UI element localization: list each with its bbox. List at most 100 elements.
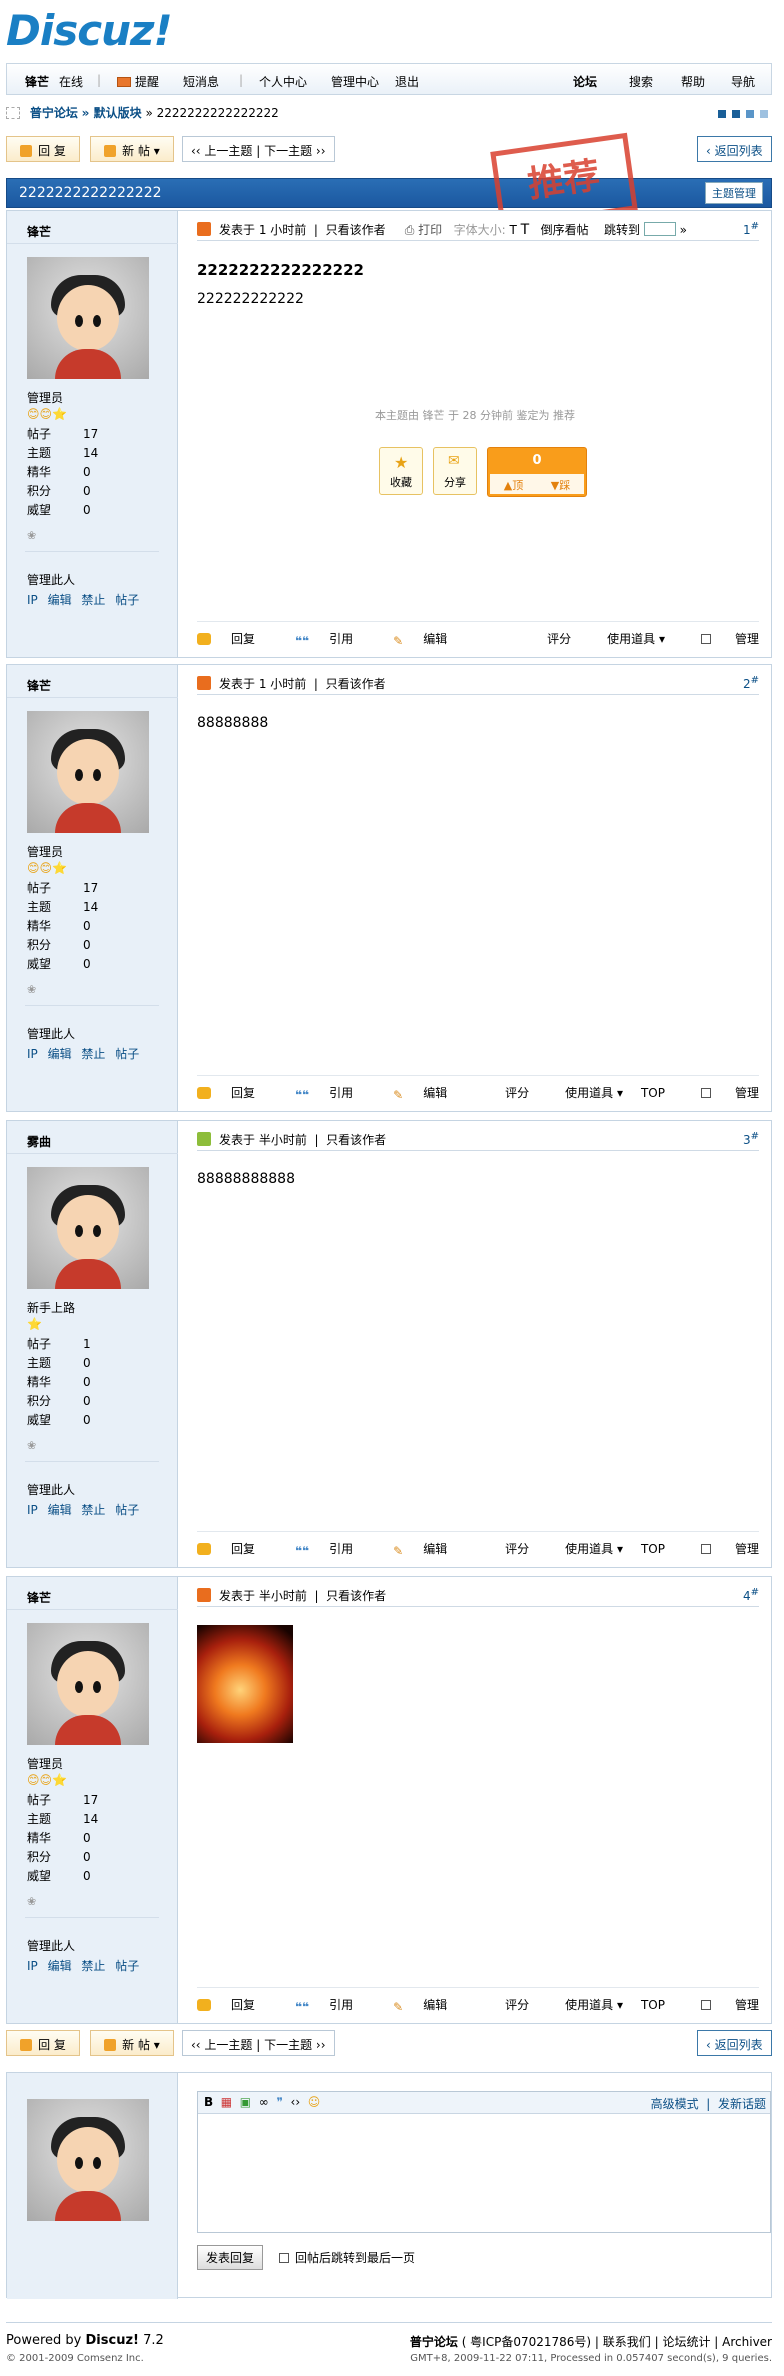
favorite-button[interactable]: ★ 收藏 (379, 447, 423, 495)
color-icon[interactable]: ▦ (221, 2095, 232, 2109)
home-icon[interactable] (6, 107, 20, 119)
contact-link[interactable]: 联系我们 (603, 2335, 651, 2349)
bold-icon[interactable]: B (204, 2095, 213, 2109)
admin-checkbox[interactable]: 管理 (683, 1086, 759, 1100)
search-link[interactable]: 搜索 (629, 73, 653, 90)
tools-link[interactable]: 使用道具 ▾ (547, 1998, 623, 2012)
advanced-mode-link[interactable]: 高级模式 (651, 2097, 699, 2111)
quote-link[interactable]: ❝❝ 引用 (295, 1998, 373, 2014)
user-group[interactable]: 管理员 (27, 389, 63, 406)
print-link[interactable]: ⎙ 打印 (405, 223, 442, 237)
edit-link[interactable]: ✎ 编辑 (393, 1086, 467, 1102)
manage-user-links[interactable]: IP 编辑 禁止 帖子 (27, 1045, 139, 1062)
floor-number[interactable]: 1# (743, 221, 759, 237)
footer-site[interactable]: 普宁论坛 (410, 2335, 458, 2349)
ucenter-link[interactable]: 个人中心 (259, 73, 307, 90)
top-link[interactable]: TOP (641, 1086, 665, 1100)
layout-icon[interactable] (760, 110, 768, 118)
submit-reply-button[interactable]: 发表回复 (197, 2245, 264, 2270)
quote-link[interactable]: ❝❝ 引用 (295, 1086, 373, 1102)
rate-link[interactable]: 评分 (547, 632, 571, 646)
edit-link[interactable]: ✎ 编辑 (393, 1542, 467, 1558)
tools-link[interactable]: 使用道具 ▾ (547, 1542, 623, 1556)
online-status[interactable]: 在线 (59, 73, 83, 90)
avatar[interactable] (27, 711, 149, 833)
reply-link[interactable]: 回复 (197, 1542, 275, 1556)
reply-button[interactable]: 回 复 (6, 136, 80, 162)
user-group[interactable]: 管理员 (27, 1755, 63, 1772)
font-small[interactable]: T (509, 223, 516, 237)
only-author-link[interactable]: 只看该作者 (326, 1133, 386, 1147)
floor-number[interactable]: 3# (743, 1131, 759, 1147)
layout-icon[interactable] (732, 110, 740, 118)
discuz-logo[interactable]: Discuz! (6, 6, 173, 55)
edit-link[interactable]: ✎ 编辑 (393, 1998, 467, 2014)
share-button[interactable]: ✉ 分享 (433, 447, 477, 495)
top-link[interactable]: TOP (641, 1998, 665, 2012)
quote-link[interactable]: ❝❝ 引用 (295, 632, 373, 648)
downvote-button[interactable]: ▼踩 (537, 474, 584, 494)
user-group[interactable]: 新手上路 (27, 1299, 75, 1316)
admin-checkbox[interactable]: 管理 (683, 1542, 759, 1556)
avatar[interactable] (27, 257, 149, 379)
layout-icon[interactable] (718, 110, 726, 118)
crumb-site[interactable]: 普宁论坛 (30, 106, 78, 120)
crumb-board[interactable]: » 默认版块 (82, 106, 142, 120)
checkbox[interactable] (700, 1088, 711, 1098)
manage-user-links[interactable]: IP 编辑 禁止 帖子 (27, 1501, 139, 1518)
only-author-link[interactable]: 只看该作者 (326, 223, 386, 237)
expand-icon[interactable]: ❀ (27, 1439, 36, 1452)
prev-next-links-bottom[interactable]: ‹‹ 上一主题 | 下一主题 ›› (182, 2030, 335, 2056)
user-group[interactable]: 管理员 (27, 843, 63, 860)
new-post-button-bottom[interactable]: 新 帖 ▾ (90, 2030, 174, 2056)
author-name[interactable]: 锋芒 (27, 677, 51, 694)
tools-link[interactable]: 使用道具 ▾ (547, 1086, 623, 1100)
reverse-order-link[interactable]: 倒序看帖 (541, 223, 589, 237)
layout-icon[interactable] (746, 110, 754, 118)
avatar[interactable] (27, 2099, 149, 2221)
prev-next-links[interactable]: ‹‹ 上一主题 | 下一主题 ›› (182, 136, 335, 162)
back-to-list-button-bottom[interactable]: ‹ 返回列表 (697, 2030, 772, 2056)
help-link[interactable]: 帮助 (681, 73, 705, 90)
checkbox[interactable] (279, 2253, 289, 2263)
code-icon[interactable]: ‹› (291, 2095, 301, 2109)
expand-icon[interactable]: ❀ (27, 529, 36, 542)
upvote-button[interactable]: ▲顶 (490, 474, 537, 494)
new-thread-link[interactable]: 发新话题 (718, 2097, 766, 2111)
image-icon[interactable]: ▣ (240, 2095, 251, 2109)
post-image[interactable] (197, 1625, 293, 1743)
avatar[interactable] (27, 1623, 149, 1745)
admin-checkbox[interactable]: 管理 (683, 632, 759, 646)
rate-link[interactable]: 评分 (505, 1086, 529, 1100)
admincp-link[interactable]: 管理中心 (331, 73, 379, 90)
jump-input[interactable] (643, 222, 676, 236)
logout-link[interactable]: 退出 (395, 73, 419, 90)
thread-manage-button[interactable]: 主题管理 (705, 182, 763, 204)
reply-button-bottom[interactable]: 回 复 (6, 2030, 80, 2056)
reminder-link[interactable]: 提醒 (117, 73, 159, 90)
reply-link[interactable]: 回复 (197, 1086, 275, 1100)
pm-link[interactable]: 短消息 (183, 73, 219, 90)
floor-number[interactable]: 2# (743, 675, 759, 691)
floor-number[interactable]: 4# (743, 1587, 759, 1603)
back-to-list-button[interactable]: ‹ 返回列表 (697, 136, 772, 162)
forum-link[interactable]: 论坛 (573, 73, 597, 90)
expand-icon[interactable]: ❀ (27, 1895, 36, 1908)
author-name[interactable]: 雾曲 (27, 1133, 51, 1150)
quote-icon[interactable]: ❞ (276, 2095, 282, 2109)
author-name[interactable]: 锋芒 (27, 1589, 51, 1606)
only-author-link[interactable]: 只看该作者 (326, 677, 386, 691)
username-link[interactable]: 锋芒 (25, 73, 49, 90)
link-icon[interactable]: ∞ (259, 2095, 269, 2109)
only-author-link[interactable]: 只看该作者 (326, 1589, 386, 1603)
tools-link[interactable]: 使用道具 ▾ (589, 632, 665, 646)
quote-link[interactable]: ❝❝ 引用 (295, 1542, 373, 1558)
avatar[interactable] (27, 1167, 149, 1289)
checkbox[interactable] (700, 1544, 711, 1554)
smiley-icon[interactable]: ☺ (308, 2095, 321, 2109)
author-name[interactable]: 锋芒 (27, 223, 51, 240)
reply-link[interactable]: 回复 (197, 632, 275, 646)
stats-link[interactable]: 论坛统计 (662, 2335, 710, 2349)
top-link[interactable]: TOP (641, 1542, 665, 1556)
font-large[interactable]: T (521, 222, 530, 238)
